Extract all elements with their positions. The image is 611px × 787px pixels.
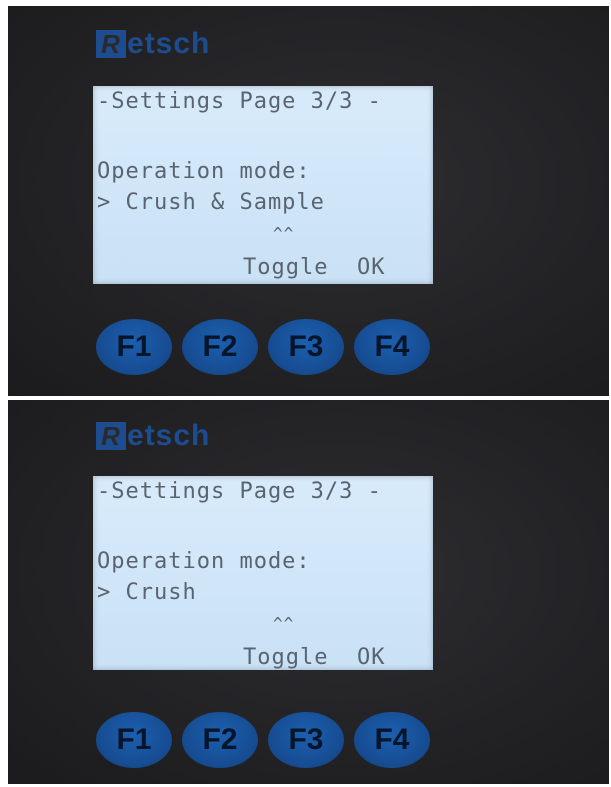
selection-caret-indicator: ^^: [273, 614, 295, 633]
f4-button[interactable]: F4: [354, 712, 430, 768]
f2-button[interactable]: F2: [182, 319, 258, 375]
retsch-logo: R etsch: [96, 419, 211, 452]
function-key-row: F1 F2 F3 F4: [96, 712, 430, 768]
operation-mode-label: Operation mode:: [97, 159, 311, 184]
f3-button[interactable]: F3: [268, 712, 344, 768]
f1-button[interactable]: F1: [96, 712, 172, 768]
settings-page-title: -Settings Page 3/3 -: [97, 479, 382, 504]
f3-button[interactable]: F3: [268, 319, 344, 375]
retsch-logo-text: etsch: [127, 419, 211, 452]
f2-button[interactable]: F2: [182, 712, 258, 768]
retsch-logo-text: etsch: [127, 27, 211, 60]
lcd-screen: -Settings Page 3/3 - Operation mode: > C…: [93, 86, 433, 284]
operation-mode-value: > Crush: [97, 580, 197, 605]
settings-page-title: -Settings Page 3/3 -: [97, 89, 382, 114]
device-panel-top: R etsch -Settings Page 3/3 - Operation m…: [8, 6, 609, 396]
f4-button[interactable]: F4: [354, 319, 430, 375]
operation-mode-label: Operation mode:: [97, 549, 311, 574]
device-panel-bottom: R etsch -Settings Page 3/3 - Operation m…: [8, 400, 609, 784]
softkey-labels: Toggle OK: [243, 645, 386, 670]
operation-mode-value: > Crush & Sample: [97, 190, 325, 215]
selection-caret-indicator: ^^: [273, 224, 295, 243]
lcd-screen: -Settings Page 3/3 - Operation mode: > C…: [93, 476, 433, 670]
function-key-row: F1 F2 F3 F4: [96, 319, 430, 375]
retsch-logo-mark-icon: R: [96, 29, 126, 59]
retsch-logo: R etsch: [96, 27, 211, 60]
f1-button[interactable]: F1: [96, 319, 172, 375]
softkey-labels: Toggle OK: [243, 255, 386, 280]
retsch-logo-mark-icon: R: [96, 421, 126, 451]
